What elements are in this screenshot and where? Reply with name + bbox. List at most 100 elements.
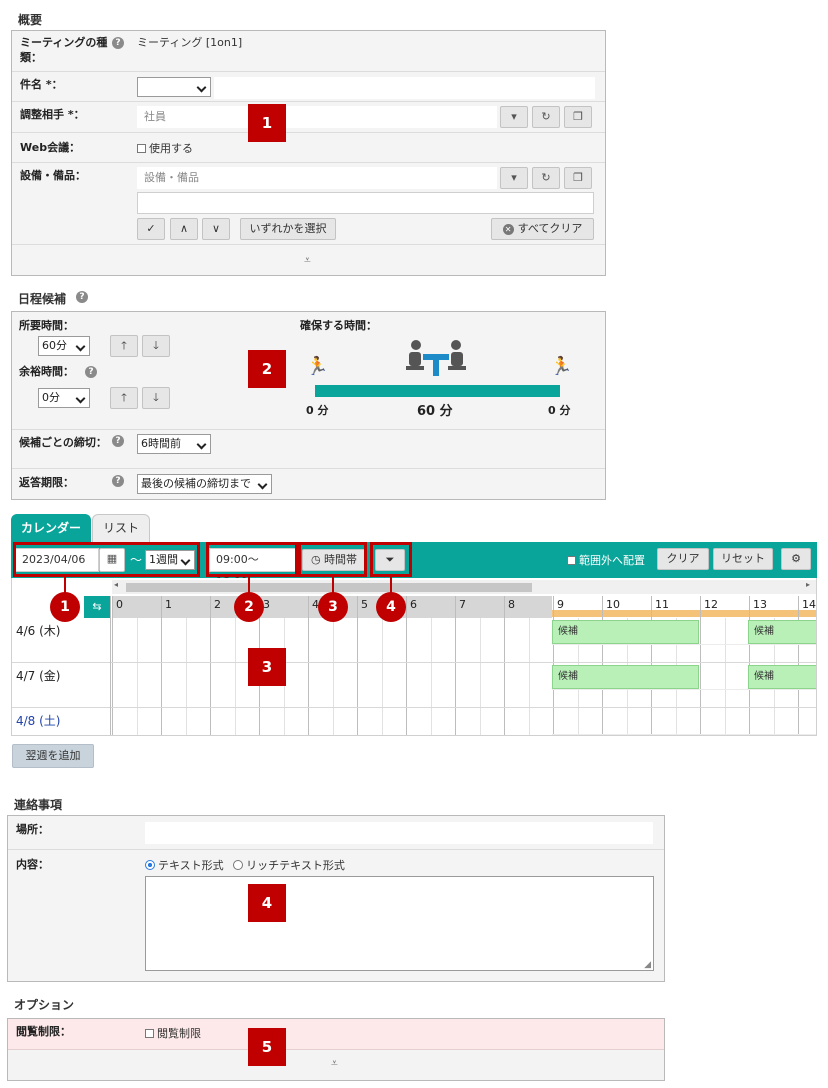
help-icon[interactable]: ? [76,291,88,303]
scrollbar-thumb[interactable] [126,583,532,592]
reset-button[interactable]: リセット [713,548,773,570]
dropdown-icon[interactable]: ▾ [500,167,528,189]
meeting-type-row: ミーティングの種類： ? ミーティング [1on1] [12,31,605,72]
reply-label: 返答期限： [19,476,74,489]
secure-time-label: 確保する時間： [300,319,377,332]
refresh-icon[interactable]: ↻ [532,106,560,128]
grid-line [112,596,113,735]
candidate-slot[interactable]: 候補 [552,620,699,644]
place-label: 場所： [16,823,49,836]
format-radio-group: テキスト形式 リッチテキスト形式 [145,858,345,873]
refresh-icon[interactable]: ↻ [532,167,560,189]
equipment-label: 設備・備品： [20,169,86,182]
grid-line [479,618,481,735]
options-title: オプション [14,998,75,1012]
copy-icon[interactable]: ❐ [564,167,592,189]
help-icon[interactable]: ? [112,475,124,487]
runner-icon: 🏃 [306,356,329,377]
day-label: 4/7 (金) [16,669,61,683]
web-meeting-checkbox[interactable]: 使用する [137,141,193,156]
arrow-up-icon[interactable]: 🡑 [110,387,138,409]
grid-line [332,618,334,735]
partner-label: 調整相手 *： [20,108,85,121]
grid-line [504,596,505,735]
select-all-button[interactable]: ✓ [137,218,165,240]
row-divider [552,734,816,735]
move-up-button[interactable]: ∧ [170,218,198,240]
help-icon[interactable]: ? [85,366,97,378]
clear-all-button[interactable]: ✕ すべてクリア [491,218,594,240]
swap-icon[interactable]: ⇆ [84,596,110,618]
help-icon[interactable]: ? [112,37,124,49]
grid-line [455,596,456,735]
callout-circle-2: 2 [234,592,264,622]
marker-badge-5: 5 [248,1028,286,1066]
tab-calendar[interactable]: カレンダー [11,514,91,542]
scroll-right-icon[interactable]: ▸ [806,580,810,589]
hour-label: 12 [704,598,718,611]
hour-label: 7 [459,598,466,611]
candidate-slot[interactable]: 候補 [748,620,816,644]
subject-input[interactable] [214,77,595,99]
add-next-week-button[interactable]: 翌週を追加 [12,744,94,768]
row-divider [552,689,816,690]
content-textarea[interactable]: ◢ [145,876,654,971]
time-bar [315,385,560,397]
candidate-slot[interactable]: 候補 [748,665,816,689]
marker-badge-4: 4 [248,884,286,922]
row-divider [12,662,816,663]
row-divider [12,707,816,708]
scroll-left-icon[interactable]: ◂ [114,580,118,589]
select-any-button[interactable]: いずれかを選択 [240,218,336,240]
expand-icon[interactable]: ⩡ [304,253,311,268]
schedule-panel: 所要時間： 60分 🡑 🡓 余裕時間： ? 0分 🡑 🡓 確保する時間： 🏃 🏃… [11,311,606,500]
grid-line [430,618,432,735]
text-format-radio[interactable]: テキスト形式 [145,859,224,872]
arrow-down-icon[interactable]: 🡓 [142,335,170,357]
expand-icon[interactable]: ⩡ [331,1056,338,1071]
deadline-select[interactable]: 6時間前 [137,434,211,454]
runner-icon: 🏃 [550,356,573,377]
clear-button[interactable]: クリア [657,548,709,570]
place-input[interactable] [145,822,653,844]
grid-line [528,618,530,735]
gear-icon[interactable]: ⚙ [781,548,811,570]
deadline-row: 候補ごとの締切： ? 6時間前 [12,430,605,469]
label-column-divider [110,596,111,735]
help-icon[interactable]: ? [112,435,124,447]
subject-row: 件名 *： [12,72,605,102]
calendar-grid: ◂ ▸ ⇆ 0 1 2 3 4 5 6 7 8 9 10 11 12 13 14 4/6 (木) 候補 候補 4/… [11,578,817,736]
margin-label: 余裕時間： [19,365,74,378]
partner-input[interactable]: 社員 [137,106,497,128]
equipment-list[interactable] [137,192,594,214]
web-meeting-label: Web会議： [20,141,81,154]
resize-handle-icon[interactable]: ◢ [644,960,651,970]
marker-badge-3: 3 [248,648,286,686]
tab-list[interactable]: リスト [92,514,150,542]
margin-select[interactable]: 0分 [38,388,90,408]
reply-select[interactable]: 最後の候補の締切まで [137,474,272,494]
copy-icon[interactable]: ❐ [564,106,592,128]
content-label: 内容： [16,858,49,871]
view-restriction-checkbox[interactable]: 閲覧制限 [145,1026,201,1041]
move-down-button[interactable]: ∨ [202,218,230,240]
candidate-slot[interactable]: 候補 [552,665,699,689]
dropdown-icon[interactable]: ▾ [500,106,528,128]
equipment-input[interactable]: 設備・備品 [137,167,497,189]
grid-line [381,618,383,735]
out-of-range-checkbox[interactable]: 範囲外へ配置 [567,552,645,568]
highlight-box-4 [370,542,412,577]
rich-format-radio[interactable]: リッチテキスト形式 [233,859,345,872]
duration-select[interactable]: 60分 [38,336,90,356]
arrow-up-icon[interactable]: 🡑 [110,335,138,357]
subject-prefix-select[interactable] [137,77,211,97]
before-time: 0 分 [306,404,329,417]
callout-circle-1: 1 [50,592,80,622]
overview-title: 概要 [18,13,43,27]
main-time: 60 分 [417,404,453,419]
arrow-down-icon[interactable]: 🡓 [142,387,170,409]
deadline-label: 候補ごとの締切： [19,436,107,449]
highlight-box-3 [298,542,367,577]
working-hours-bar [552,610,816,617]
contact-panel: 場所： 内容： テキスト形式 リッチテキスト形式 ◢ [7,815,665,982]
